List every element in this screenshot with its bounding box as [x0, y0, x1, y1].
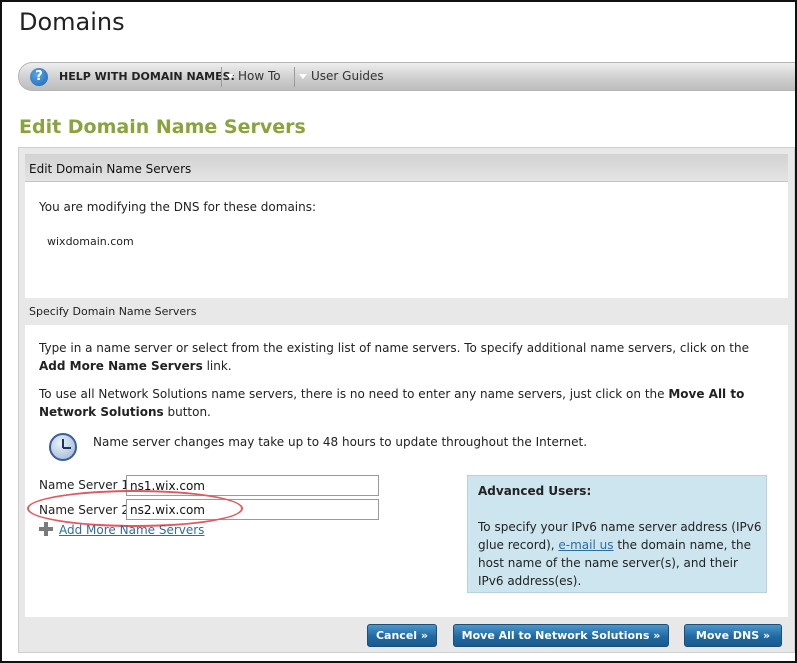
- specify-header-label: Specify Domain Name Servers: [29, 305, 197, 318]
- email-us-link[interactable]: e-mail us: [558, 538, 613, 552]
- propagation-note: Name server changes may take up to 48 ho…: [93, 435, 588, 449]
- clock-icon: [49, 433, 77, 461]
- modifying-text: You are modifying the DNS for these doma…: [39, 200, 317, 214]
- specify-header: Specify Domain Name Servers: [25, 298, 788, 326]
- help-bar: ? HELP WITH DOMAIN NAMES: How To User Gu…: [18, 62, 795, 91]
- panel-header: Edit Domain Name Servers: [25, 154, 788, 182]
- domains-box: You are modifying the DNS for these doma…: [25, 182, 788, 298]
- separator: [221, 67, 222, 87]
- move-all-button[interactable]: Move All to Network Solutions »: [453, 624, 669, 647]
- page-title: Domains: [19, 8, 125, 36]
- move-dns-button[interactable]: Move DNS »: [684, 624, 782, 647]
- panel-header-label: Edit Domain Name Servers: [29, 162, 192, 176]
- advanced-users-box: Advanced Users: To specify your IPv6 nam…: [467, 475, 767, 593]
- instructions-paragraph-1: Type in a name server or select from the…: [39, 341, 749, 373]
- question-icon[interactable]: ?: [30, 68, 48, 86]
- advanced-users-text: To specify your IPv6 name server address…: [478, 520, 762, 588]
- section-title: Edit Domain Name Servers: [19, 116, 306, 138]
- help-link-label: How To: [238, 69, 281, 83]
- dropdown-icon: [299, 74, 307, 79]
- domain-name: wixdomain.com: [47, 235, 134, 248]
- edit-dns-panel: Edit Domain Name Servers You are modifyi…: [18, 147, 795, 653]
- name-server-box: Type in a name server or select from the…: [25, 325, 788, 617]
- dropdown-icon: [226, 74, 234, 79]
- help-link-label: User Guides: [311, 69, 384, 83]
- instructions-paragraph-2: To use all Network Solutions name server…: [39, 387, 745, 419]
- plus-icon: [39, 522, 53, 536]
- help-link-how-to[interactable]: How To: [226, 69, 281, 83]
- cancel-button[interactable]: Cancel »: [367, 624, 437, 647]
- add-more-name-servers[interactable]: Add More Name Servers: [39, 522, 204, 537]
- advanced-users-title: Advanced Users:: [478, 484, 592, 498]
- help-label: HELP WITH DOMAIN NAMES:: [59, 70, 235, 83]
- add-more-link[interactable]: Add More Name Servers: [59, 523, 204, 537]
- browser-frame: Domains ? HELP WITH DOMAIN NAMES: How To…: [0, 0, 797, 663]
- help-link-user-guides[interactable]: User Guides: [299, 69, 384, 83]
- separator: [294, 67, 295, 87]
